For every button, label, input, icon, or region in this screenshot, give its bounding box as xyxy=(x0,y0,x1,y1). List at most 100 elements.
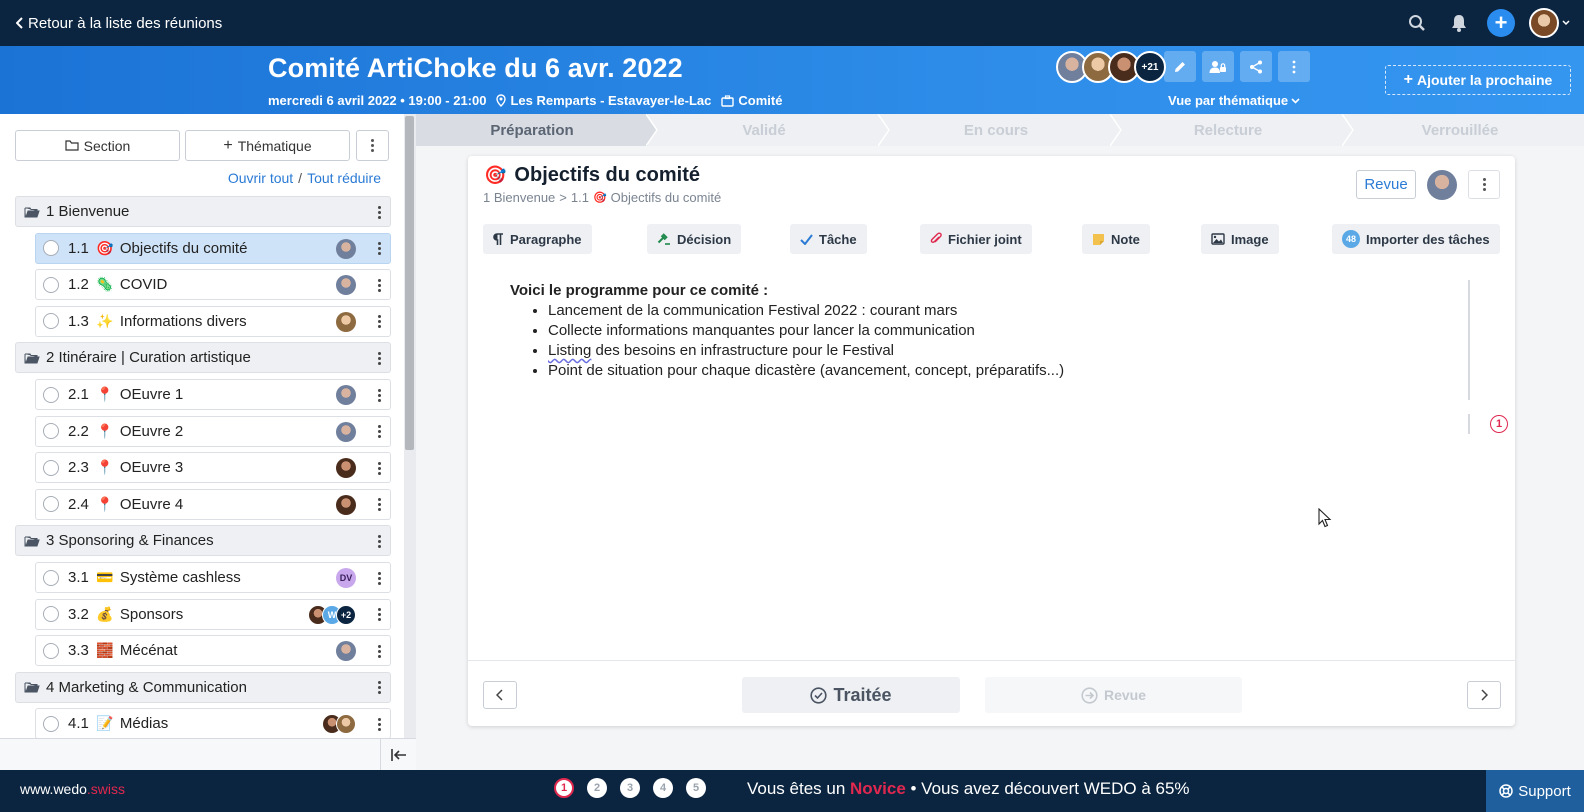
add-thematic-button[interactable]: + Thématique xyxy=(185,130,350,161)
section-row[interactable]: 4 Marketing & Communication xyxy=(15,671,391,703)
row-more-icon[interactable] xyxy=(374,606,384,624)
bell-icon[interactable] xyxy=(1445,9,1473,37)
topic-row[interactable]: 2.2 📍 OEuvre 2 xyxy=(35,415,391,447)
insert-note-button[interactable]: Note xyxy=(1082,224,1150,254)
topic-owner-avatar[interactable] xyxy=(1427,170,1457,200)
topic-status-checkbox[interactable] xyxy=(43,386,59,403)
previous-topic-button[interactable] xyxy=(483,681,517,709)
dot xyxy=(371,144,374,147)
open-all-link[interactable]: Ouvrir tout xyxy=(228,170,293,186)
share-button[interactable] xyxy=(1240,51,1272,82)
onboarding-step-dot[interactable]: 1 xyxy=(554,778,574,798)
insert-décision-button[interactable]: Décision xyxy=(647,224,742,254)
topic-row[interactable]: 3.1 💳 Système cashless DV xyxy=(35,562,391,593)
topic-row[interactable]: 2.3 📍 OEuvre 3 xyxy=(35,452,391,484)
topic-status-checkbox[interactable] xyxy=(43,715,59,732)
topic-status-checkbox[interactable] xyxy=(43,459,59,476)
workflow-step[interactable]: Relecture xyxy=(1112,114,1354,146)
topic-status-checkbox[interactable] xyxy=(43,569,59,586)
site-link[interactable]: www.wedo.swiss xyxy=(20,781,125,797)
insert-tâche-button[interactable]: Tâche xyxy=(790,224,867,254)
topic-content[interactable]: Voici le programme pour ce comité : Lanc… xyxy=(510,282,1450,381)
onboarding-step-dot[interactable]: 5 xyxy=(686,778,706,798)
row-more-icon[interactable] xyxy=(374,532,384,550)
insert-image-button[interactable]: Image xyxy=(1201,224,1279,254)
onboarding-step-dot[interactable]: 2 xyxy=(587,778,607,798)
review-button[interactable]: Revue xyxy=(1356,170,1416,199)
create-plus-icon[interactable]: + xyxy=(1487,9,1515,37)
sidebar-more-button[interactable] xyxy=(356,130,389,161)
collapse-all-link[interactable]: Tout réduire xyxy=(307,170,381,186)
row-more-icon[interactable] xyxy=(374,423,384,441)
row-more-icon[interactable] xyxy=(374,715,384,733)
topic-row[interactable]: 2.4 📍 OEuvre 4 xyxy=(35,488,391,520)
row-more-icon[interactable] xyxy=(374,313,384,331)
view-mode-select[interactable]: Vue par thématique xyxy=(1168,93,1300,108)
insert-fichier-joint-button[interactable]: Fichier joint xyxy=(920,224,1032,254)
topic-row[interactable]: 1.3 ✨ Informations divers xyxy=(35,305,391,337)
onboarding-step-dot[interactable]: 3 xyxy=(620,778,640,798)
row-more-icon[interactable] xyxy=(374,386,384,404)
breadcrumb-section[interactable]: 1 Bienvenue xyxy=(483,190,555,205)
insert-paragraphe-button[interactable]: Paragraphe xyxy=(483,224,592,254)
row-more-icon[interactable] xyxy=(374,203,384,221)
back-link-label: Retour à la liste des réunions xyxy=(28,14,223,32)
topic-status-checkbox[interactable] xyxy=(43,276,59,293)
topic-status-checkbox[interactable] xyxy=(43,240,59,257)
topic-label: Sponsors xyxy=(119,605,184,623)
step-arrow-icon xyxy=(1110,114,1122,146)
row-more-icon[interactable] xyxy=(374,496,384,514)
topic-row[interactable]: 3.2 💰 Sponsors W +2 xyxy=(35,598,391,630)
workflow-step[interactable]: En cours xyxy=(880,114,1122,146)
topic-row[interactable]: 1.2 🦠 COVID xyxy=(35,269,391,301)
arrow-circle-right-icon xyxy=(1081,686,1098,704)
insert-importer-des-tâches-button[interactable]: 48 Importer des tâches xyxy=(1332,224,1500,254)
workflow-step[interactable]: Validé xyxy=(648,114,890,146)
workflow-step[interactable]: Verrouillée xyxy=(1344,114,1576,146)
topic-status-checkbox[interactable] xyxy=(43,313,59,330)
workflow-step[interactable]: Préparation xyxy=(416,114,658,146)
toolbar-button-label: Fichier joint xyxy=(948,231,1022,247)
send-to-review-button[interactable]: Revue xyxy=(985,677,1242,713)
topic-row[interactable]: 1.1 🎯 Objectifs du comité xyxy=(35,232,391,264)
add-next-meeting-button[interactable]: + Ajouter la prochaine xyxy=(1385,65,1571,95)
topic-status-checkbox[interactable] xyxy=(43,423,59,440)
row-more-icon[interactable] xyxy=(374,679,384,697)
more-options-button[interactable] xyxy=(1278,51,1310,82)
row-more-icon[interactable] xyxy=(374,349,384,367)
comment-count-badge[interactable]: 1 xyxy=(1490,415,1508,433)
support-button[interactable]: Support xyxy=(1486,770,1584,812)
back-to-meetings-link[interactable]: Retour à la liste des réunions xyxy=(16,15,222,32)
edit-button[interactable] xyxy=(1164,51,1196,82)
row-more-icon[interactable] xyxy=(374,459,384,477)
more-participants-badge: +21 xyxy=(1134,51,1166,83)
chevron-left-icon xyxy=(16,17,23,29)
add-section-button[interactable]: Section xyxy=(15,130,180,161)
topic-row[interactable]: 2.1 📍 OEuvre 1 xyxy=(35,379,391,410)
search-icon[interactable] xyxy=(1403,9,1431,37)
section-row[interactable]: 3 Sponsoring & Finances xyxy=(15,525,391,557)
row-more-icon[interactable] xyxy=(374,240,384,258)
topic-row[interactable]: 4.1 📝 Médias xyxy=(35,708,391,740)
row-more-icon[interactable] xyxy=(374,276,384,294)
topic-status-checkbox[interactable] xyxy=(43,606,59,623)
collapse-sidebar-button[interactable] xyxy=(380,739,416,770)
section-row[interactable]: 2 Itinéraire | Curation artistique xyxy=(15,342,391,374)
topic-emoji-icon: 🧱 xyxy=(96,642,114,659)
topic-more-button[interactable] xyxy=(1468,170,1500,199)
row-more-icon[interactable] xyxy=(374,642,384,660)
topic-row[interactable]: 3.3 🧱 Mécénat xyxy=(35,635,391,667)
more-vertical-icon xyxy=(1292,60,1296,73)
next-topic-button[interactable] xyxy=(1467,681,1501,709)
workflow-step-label: Verrouillée xyxy=(1421,121,1499,139)
onboarding-step-dot[interactable]: 4 xyxy=(653,778,673,798)
row-more-icon[interactable] xyxy=(374,569,384,587)
mark-treated-button[interactable]: Traitée xyxy=(742,677,960,713)
section-row[interactable]: 1 Bienvenue xyxy=(15,196,391,227)
topic-status-checkbox[interactable] xyxy=(43,642,59,659)
attendees-button[interactable] xyxy=(1202,51,1234,82)
participants-avatars[interactable]: +21 xyxy=(1056,51,1166,83)
sidebar-scrollbar-thumb[interactable] xyxy=(405,116,414,450)
user-menu[interactable] xyxy=(1529,8,1570,38)
topic-status-checkbox[interactable] xyxy=(43,496,59,513)
